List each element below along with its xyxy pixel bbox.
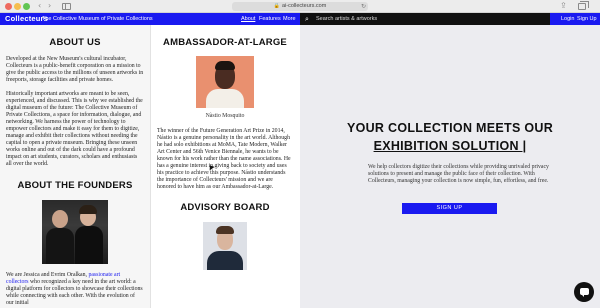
reload-icon[interactable]: ↻ <box>361 2 366 11</box>
nav-features-link[interactable]: Features <box>259 13 281 25</box>
about-title: ABOUT US <box>49 37 101 48</box>
site-header: Collecteurs The Collective Museum of Pri… <box>0 13 600 25</box>
hero-title: YOUR COLLECTION MEETS OUR <box>346 121 554 135</box>
founders-text-start: We are Jessica and Evrim Oralkan, <box>6 272 89 278</box>
zoom-window-button[interactable] <box>23 3 30 10</box>
search-input[interactable] <box>316 14 536 24</box>
search-icon[interactable]: ⌕ <box>305 14 309 24</box>
founders-paragraph: We are Jessica and Evrim Oralkan, passio… <box>6 272 144 307</box>
ambassador-photo <box>196 56 254 108</box>
back-arrow-icon[interactable]: ‹ <box>38 1 41 11</box>
forward-arrow-icon[interactable]: › <box>48 1 51 11</box>
tabs-overview-icon[interactable] <box>578 1 589 10</box>
browser-toolbar: ‹ › 🔒 ai-collecteurs.com ↻ ⇪ <box>0 0 600 13</box>
address-text: ai-collecteurs.com <box>281 3 327 9</box>
ambassador-caption: Nàstio Mosquito <box>205 113 245 119</box>
ambassador-column: AMBASSADOR-AT-LARGE Nàstio Mosquito The … <box>150 25 300 308</box>
hero-signup-button[interactable]: SIGN UP <box>402 203 497 214</box>
nav-about-link[interactable]: About <box>241 13 255 25</box>
nav-more-link[interactable]: More <box>283 13 296 25</box>
hero-subtitle-text: EXHIBITION SOLUTION | <box>373 139 527 153</box>
ambassador-title: AMBASSADOR-AT-LARGE <box>163 37 287 48</box>
share-icon[interactable]: ⇪ <box>560 1 567 11</box>
address-bar[interactable]: 🔒 ai-collecteurs.com ↻ <box>232 2 368 11</box>
login-button[interactable]: Login <box>561 13 574 25</box>
hero-panel: YOUR COLLECTION MEETS OUR EXHIBITION SOL… <box>300 25 600 308</box>
lock-icon: 🔒 <box>273 3 280 9</box>
ambassador-paragraph: The winner of the Future Generation Art … <box>157 128 291 190</box>
founders-photo <box>42 200 108 264</box>
about-paragraph-2: Historically important artworks are mean… <box>6 91 143 167</box>
about-column: ABOUT US Developed at the New Museum's c… <box>0 25 150 308</box>
hero-subtitle: EXHIBITION SOLUTION | <box>300 139 600 153</box>
advisory-board-photo <box>203 222 247 270</box>
close-window-button[interactable] <box>5 3 12 10</box>
founders-title: ABOUT THE FOUNDERS <box>17 180 133 191</box>
sidebar-toggle-icon[interactable] <box>62 3 71 10</box>
chat-button[interactable] <box>574 282 594 302</box>
chat-icon <box>580 288 589 297</box>
advisory-board-title: ADVISORY BOARD <box>180 202 270 213</box>
minimize-window-button[interactable] <box>14 3 21 10</box>
about-paragraph-1: Developed at the New Museum's cultural i… <box>6 56 144 83</box>
header-signup-button[interactable]: Sign Up <box>577 13 597 25</box>
hero-description: We help collectors digitize their collec… <box>368 164 549 184</box>
column-divider <box>150 25 151 308</box>
site-tagline: The Collective Museum of Private Collect… <box>42 16 153 22</box>
